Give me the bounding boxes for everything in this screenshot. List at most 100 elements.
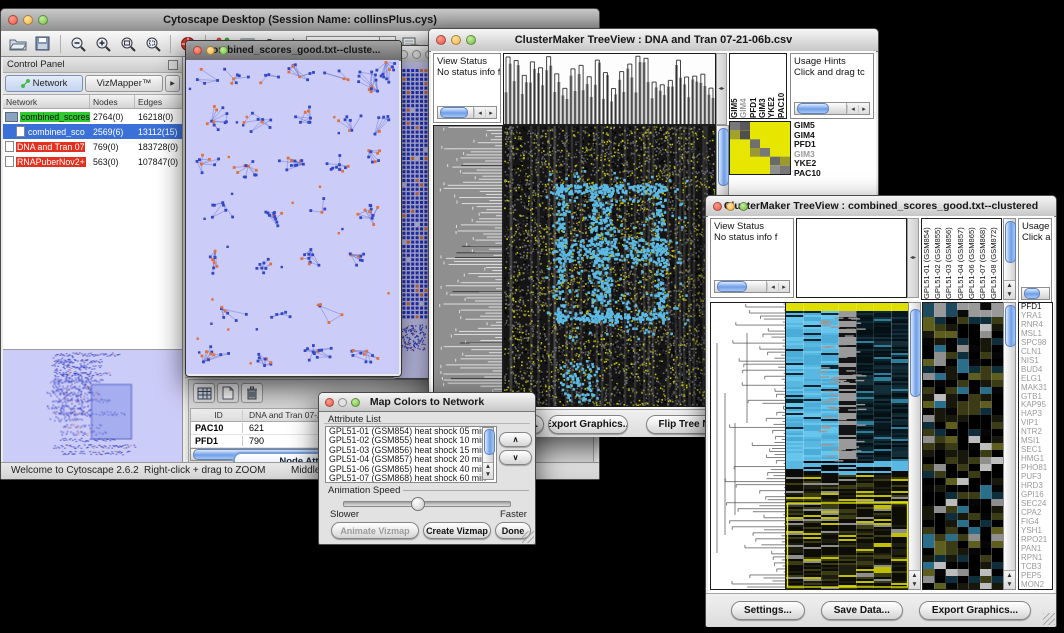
gene-label[interactable]: PAC10 xyxy=(792,169,838,179)
zoom-window-icon[interactable] xyxy=(739,202,748,211)
tv2-collabel-vscrollbar[interactable]: ▲▼ xyxy=(1003,218,1016,300)
animation-speed-slider[interactable] xyxy=(343,501,511,507)
column-label[interactable]: YKE2 xyxy=(767,54,776,118)
minimize-icon[interactable] xyxy=(23,15,33,25)
treeview-button[interactable]: Export Graphics... xyxy=(548,415,628,434)
scrollbar-thumb[interactable] xyxy=(440,107,468,118)
attribute-list-item[interactable]: GPL51-07 (GSM868) heat shock 60 min xyxy=(326,474,496,483)
tv2-splitter[interactable]: ◂▸ xyxy=(907,218,919,298)
tv2-zoom-heatmap[interactable] xyxy=(922,302,1004,590)
scroll-right-icon[interactable]: ▸ xyxy=(485,109,496,117)
scrollbar-thumb[interactable] xyxy=(484,429,495,455)
scrollbar-thumb[interactable] xyxy=(910,309,921,397)
animate-vizmap-button[interactable]: Animate Vizmap xyxy=(331,522,419,539)
save-icon[interactable] xyxy=(32,34,54,54)
zoom-selected-icon[interactable] xyxy=(142,34,164,54)
zoom-window-icon[interactable] xyxy=(38,15,48,25)
scrollbar-thumb[interactable] xyxy=(1005,305,1016,347)
tv2-zoom-vscrollbar[interactable]: ▲▼ xyxy=(1003,302,1016,590)
scroll-down-icon[interactable]: ▼ xyxy=(909,580,920,589)
grid-network-canvas[interactable] xyxy=(398,68,429,320)
minimize-icon[interactable] xyxy=(412,50,421,59)
network-tree-row[interactable]: RNAPuberNov2+ 563(0) 107847(0) xyxy=(3,154,182,169)
tv2-status-hscrollbar[interactable]: ◂▸ xyxy=(714,280,790,293)
treeview-button[interactable]: Save Data... xyxy=(821,601,903,620)
tv2-heatmap-vscrollbar[interactable]: ▲▼ xyxy=(908,302,921,590)
zoom-out-icon[interactable] xyxy=(67,34,89,54)
scroll-up-icon[interactable]: ▲ xyxy=(483,463,493,471)
slider-thumb[interactable] xyxy=(411,497,425,511)
tv1-usage-hscrollbar[interactable]: ◂▸ xyxy=(794,102,870,115)
move-down-button[interactable]: ∨ xyxy=(499,450,532,465)
column-label[interactable]: GPL51-02 (GSM855) xyxy=(933,219,944,299)
scrollbar-thumb[interactable] xyxy=(1005,221,1016,263)
scroll-left-icon[interactable]: ◂ xyxy=(767,283,778,291)
scrollbar-thumb[interactable] xyxy=(1024,288,1040,299)
close-icon[interactable] xyxy=(325,398,334,407)
column-label[interactable]: GPL51-08 (GSM872) xyxy=(989,219,1000,299)
network-view-canvas[interactable] xyxy=(186,60,399,374)
delete-attribute-icon[interactable] xyxy=(241,383,263,403)
create-vizmap-button[interactable]: Create Vizmap xyxy=(423,522,491,539)
tv1-status-hscrollbar[interactable]: ◂▸ xyxy=(437,106,497,119)
resize-grip[interactable] xyxy=(1043,613,1055,625)
column-label[interactable]: GPL51-06 (GSM865) xyxy=(967,219,978,299)
scroll-up-icon[interactable]: ▲ xyxy=(1004,571,1015,580)
column-label[interactable]: PAC10 xyxy=(777,54,786,118)
zoom-in-icon[interactable] xyxy=(92,34,114,54)
scroll-right-icon[interactable]: ▸ xyxy=(778,283,789,291)
tab-overflow-icon[interactable]: ▶ xyxy=(165,75,180,92)
move-up-button[interactable]: ∧ xyxy=(499,432,532,447)
tv1-splitter[interactable]: ◂▸ xyxy=(716,53,727,125)
scrollbar-thumb[interactable] xyxy=(797,103,829,114)
zoom-window-icon[interactable] xyxy=(219,46,228,55)
minimize-icon[interactable] xyxy=(338,398,347,407)
close-icon[interactable] xyxy=(193,46,202,55)
float-panel-icon[interactable] xyxy=(168,60,178,70)
network-tree-row[interactable]: combined_sco 2569(6) 13112(15) xyxy=(3,124,182,139)
scroll-down-icon[interactable]: ▼ xyxy=(1004,290,1015,299)
scrollbar-thumb[interactable] xyxy=(718,128,729,186)
tv2-usage-hscrollbar[interactable] xyxy=(1021,287,1050,300)
scrollbar-thumb[interactable] xyxy=(717,281,747,292)
minimize-icon[interactable] xyxy=(206,46,215,55)
column-label[interactable]: GPL51-01 (GSM854) xyxy=(922,219,933,299)
zoom-fit-icon[interactable] xyxy=(117,34,139,54)
treeview-button[interactable]: Export Graphics... xyxy=(919,601,1031,620)
tv1-global-heatmap[interactable] xyxy=(503,125,716,407)
tv2-row-dendrogram[interactable] xyxy=(710,302,787,590)
tv2-column-tree-area[interactable] xyxy=(796,218,907,298)
scroll-right-icon[interactable]: ▸ xyxy=(858,105,869,113)
zoom-window-icon[interactable] xyxy=(466,35,476,45)
attribute-list-scrollbar[interactable]: ▲▼ xyxy=(482,427,494,480)
open-file-icon[interactable] xyxy=(7,34,29,54)
gene-label[interactable]: MON2 xyxy=(1019,581,1052,590)
tv1-row-dendrogram[interactable] xyxy=(433,125,503,407)
dialog-titlebar[interactable]: Map Colors to Network xyxy=(319,393,535,412)
column-label[interactable]: GIM4 xyxy=(739,54,748,118)
close-icon[interactable] xyxy=(713,202,722,211)
column-label[interactable]: PFD1 xyxy=(749,54,758,118)
tv1-zoom-heatmap[interactable] xyxy=(729,121,791,175)
column-label[interactable]: GPL51-04 (GSM857) xyxy=(956,219,967,299)
network-overview-canvas[interactable] xyxy=(3,349,182,463)
column-label[interactable]: GIM5 xyxy=(730,54,739,118)
tab-network[interactable]: Network xyxy=(5,75,83,92)
scroll-up-icon[interactable]: ▲ xyxy=(1004,281,1015,290)
tab-vizmapper[interactable]: VizMapper™ xyxy=(85,75,163,92)
network-tree-row[interactable]: DNA and Tran 07 769(0) 183728(0) xyxy=(3,139,182,154)
close-icon[interactable] xyxy=(8,15,18,25)
scroll-up-icon[interactable]: ▲ xyxy=(909,571,920,580)
column-label[interactable]: GIM3 xyxy=(758,54,767,118)
resize-grip[interactable] xyxy=(522,531,534,543)
tv2-global-heatmap[interactable] xyxy=(785,302,910,590)
scroll-left-icon[interactable]: ◂ xyxy=(847,105,858,113)
tv1-titlebar[interactable]: ClusterMaker TreeView : DNA and Tran 07-… xyxy=(429,29,878,52)
new-attribute-icon[interactable] xyxy=(217,383,239,403)
minimize-icon[interactable] xyxy=(726,202,735,211)
treeview-button[interactable]: Settings... xyxy=(731,601,805,620)
minimize-icon[interactable] xyxy=(451,35,461,45)
scroll-left-icon[interactable]: ◂ xyxy=(474,109,485,117)
network-tree-row[interactable]: combined_scores 2764(0) 16218(0) xyxy=(3,109,182,124)
column-label[interactable]: GPL51-07 (GSM868) xyxy=(978,219,989,299)
